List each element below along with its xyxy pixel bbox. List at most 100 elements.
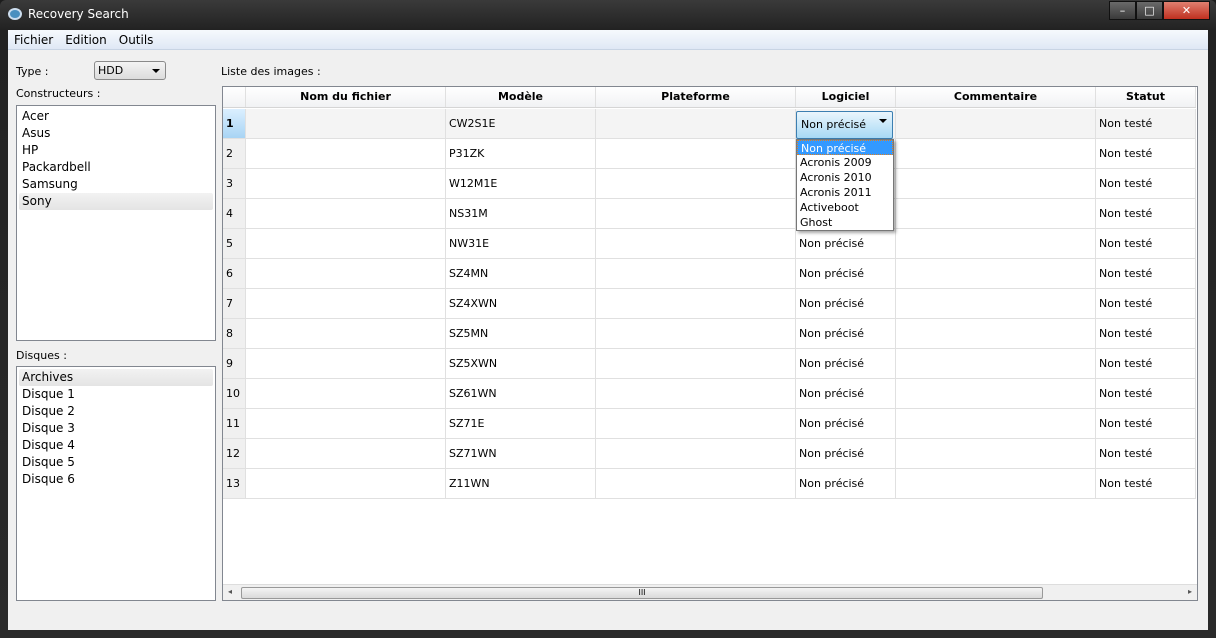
- platform-cell[interactable]: [596, 439, 796, 468]
- comment-cell[interactable]: [896, 109, 1096, 138]
- platform-cell[interactable]: [596, 349, 796, 378]
- row-number[interactable]: 13: [223, 469, 246, 498]
- row-number[interactable]: 1: [223, 109, 246, 138]
- constructeur-item[interactable]: HP: [19, 142, 213, 159]
- model-cell[interactable]: SZ71WN: [446, 439, 596, 468]
- statut-cell[interactable]: Non testé: [1096, 139, 1196, 168]
- table-row[interactable]: 6 SZ4MN Non précisé Non testé: [223, 259, 1196, 289]
- disque-item[interactable]: Disque 3: [19, 420, 213, 437]
- filename-cell[interactable]: [246, 289, 446, 318]
- logiciel-cell[interactable]: Non précisé: [796, 409, 896, 438]
- logiciel-cell[interactable]: Non précisé: [796, 439, 896, 468]
- filename-cell[interactable]: [246, 109, 446, 138]
- column-header[interactable]: Plateforme: [596, 87, 796, 107]
- comment-cell[interactable]: [896, 379, 1096, 408]
- row-number[interactable]: 10: [223, 379, 246, 408]
- model-cell[interactable]: CW2S1E: [446, 109, 596, 138]
- comment-cell[interactable]: [896, 199, 1096, 228]
- model-cell[interactable]: NW31E: [446, 229, 596, 258]
- disque-item[interactable]: Disque 1: [19, 386, 213, 403]
- model-cell[interactable]: SZ5MN: [446, 319, 596, 348]
- platform-cell[interactable]: [596, 289, 796, 318]
- statut-cell[interactable]: Non testé: [1096, 319, 1196, 348]
- logiciel-cell[interactable]: Non précisé: [796, 259, 896, 288]
- platform-cell[interactable]: [596, 409, 796, 438]
- logiciel-option[interactable]: Activeboot: [797, 200, 893, 215]
- model-cell[interactable]: SZ4XWN: [446, 289, 596, 318]
- logiciel-cell[interactable]: Non précisé: [796, 379, 896, 408]
- row-number[interactable]: 3: [223, 169, 246, 198]
- table-row[interactable]: 3W12M1ENon préciséNon testé: [223, 169, 1196, 199]
- model-cell[interactable]: P31ZK: [446, 139, 596, 168]
- disque-item[interactable]: Disque 4: [19, 437, 213, 454]
- constructeurs-list[interactable]: Acer Asus HP Packardbell Samsung Sony: [16, 105, 216, 341]
- comment-cell[interactable]: [896, 289, 1096, 318]
- row-number[interactable]: 2: [223, 139, 246, 168]
- model-cell[interactable]: SZ4MN: [446, 259, 596, 288]
- row-number[interactable]: 7: [223, 289, 246, 318]
- table-row[interactable]: 1 CW2S1E Non testé: [223, 109, 1196, 139]
- comment-cell[interactable]: [896, 169, 1096, 198]
- comment-cell[interactable]: [896, 259, 1096, 288]
- comment-cell[interactable]: [896, 319, 1096, 348]
- table-row[interactable]: 2 P31ZK Non précisé Non testé: [223, 139, 1196, 169]
- platform-cell[interactable]: [596, 259, 796, 288]
- column-header[interactable]: Logiciel: [796, 87, 896, 107]
- constructeur-item[interactable]: Samsung: [19, 176, 213, 193]
- disque-item[interactable]: Archives: [19, 369, 213, 386]
- comment-cell[interactable]: [896, 349, 1096, 378]
- horizontal-scrollbar[interactable]: ◂ III ▸: [223, 584, 1197, 600]
- row-number[interactable]: 9: [223, 349, 246, 378]
- platform-cell[interactable]: [596, 169, 796, 198]
- platform-cell[interactable]: [596, 139, 796, 168]
- filename-cell[interactable]: [246, 259, 446, 288]
- statut-cell[interactable]: Non testé: [1096, 229, 1196, 258]
- filename-cell[interactable]: [246, 139, 446, 168]
- platform-cell[interactable]: [596, 379, 796, 408]
- model-cell[interactable]: SZ5XWN: [446, 349, 596, 378]
- statut-cell[interactable]: Non testé: [1096, 439, 1196, 468]
- column-header[interactable]: Modèle: [446, 87, 596, 107]
- scroll-thumb[interactable]: III: [241, 587, 1043, 599]
- close-button[interactable]: ✕: [1163, 1, 1210, 20]
- column-header[interactable]: Nom du fichier: [246, 87, 446, 107]
- platform-cell[interactable]: [596, 469, 796, 498]
- filename-cell[interactable]: [246, 319, 446, 348]
- disque-item[interactable]: Disque 6: [19, 471, 213, 488]
- menu-edition[interactable]: Edition: [59, 30, 113, 49]
- row-number[interactable]: 8: [223, 319, 246, 348]
- filename-cell[interactable]: [246, 409, 446, 438]
- platform-cell[interactable]: [596, 199, 796, 228]
- comment-cell[interactable]: [896, 409, 1096, 438]
- disque-item[interactable]: Disque 2: [19, 403, 213, 420]
- minimize-button[interactable]: –: [1109, 1, 1136, 20]
- table-row[interactable]: 13 Z11WN Non précisé Non testé: [223, 469, 1196, 499]
- row-number[interactable]: 5: [223, 229, 246, 258]
- menu-fichier[interactable]: Fichier: [8, 30, 59, 49]
- logiciel-cell[interactable]: Non précisé: [796, 469, 896, 498]
- constructeur-item[interactable]: Sony: [19, 193, 213, 210]
- comment-cell[interactable]: [896, 439, 1096, 468]
- filename-cell[interactable]: [246, 379, 446, 408]
- constructeur-item[interactable]: Asus: [19, 125, 213, 142]
- statut-cell[interactable]: Non testé: [1096, 349, 1196, 378]
- row-number[interactable]: 11: [223, 409, 246, 438]
- logiciel-option[interactable]: Acronis 2009: [797, 155, 893, 170]
- disque-item[interactable]: Disque 5: [19, 454, 213, 471]
- comment-cell[interactable]: [896, 229, 1096, 258]
- row-number[interactable]: 4: [223, 199, 246, 228]
- statut-cell[interactable]: Non testé: [1096, 379, 1196, 408]
- constructeur-item[interactable]: Packardbell: [19, 159, 213, 176]
- images-table[interactable]: Nom du fichier Modèle Plateforme Logiciel Co…: [222, 86, 1198, 601]
- table-row[interactable]: 7 SZ4XWN Non précisé Non testé: [223, 289, 1196, 319]
- statut-cell[interactable]: Non testé: [1096, 199, 1196, 228]
- filename-cell[interactable]: [246, 169, 446, 198]
- comment-cell[interactable]: [896, 139, 1096, 168]
- statut-cell[interactable]: Non testé: [1096, 109, 1196, 138]
- filename-cell[interactable]: [246, 349, 446, 378]
- platform-cell[interactable]: [596, 319, 796, 348]
- logiciel-options-list[interactable]: Non précisé Acronis 2009 Acronis 2010 Acron…: [796, 139, 894, 231]
- filename-cell[interactable]: [246, 199, 446, 228]
- table-row[interactable]: 12 SZ71WN Non précisé Non testé: [223, 439, 1196, 469]
- column-header[interactable]: Statut: [1096, 87, 1196, 107]
